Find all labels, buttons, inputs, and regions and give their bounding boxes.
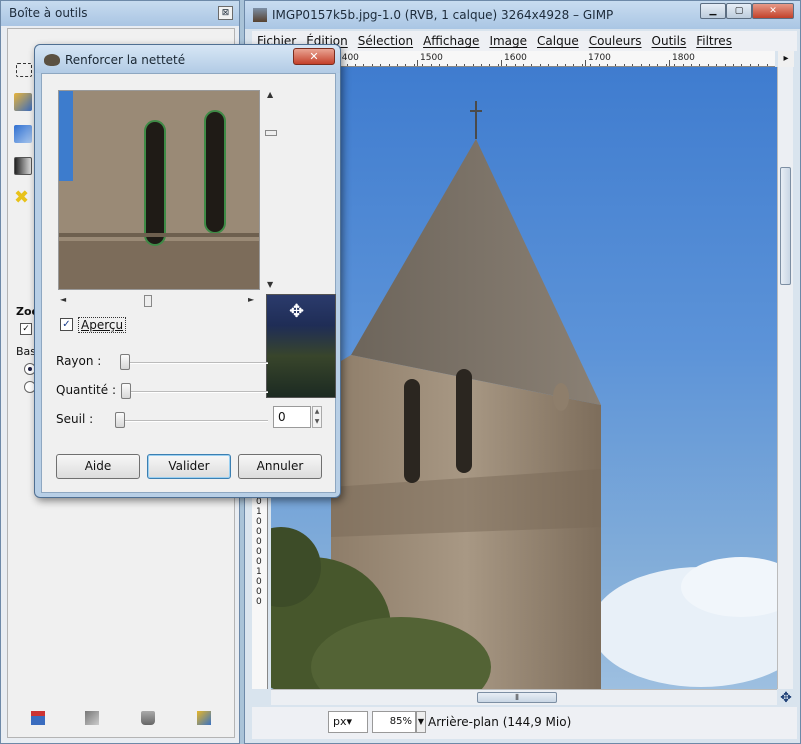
image-menu-arrow-icon[interactable]: ▸ [778, 51, 794, 67]
reset-options-icon[interactable] [197, 711, 211, 725]
dialog-title: Renforcer la netteté [65, 53, 186, 67]
ruler-label: 1700 [588, 53, 611, 63]
belfry-window-right [456, 369, 472, 473]
navigate-icon[interactable]: ✥ [777, 689, 795, 707]
ruler-label: 1600 [504, 53, 527, 63]
scroll-down-arrow-icon[interactable]: ▼ [267, 280, 273, 289]
ruler-label: 1800 [672, 53, 695, 63]
menu-item[interactable]: Image [484, 31, 532, 51]
ruler-tick [501, 60, 502, 66]
scroll-right-arrow-icon[interactable]: ► [248, 295, 254, 304]
toolbox-titlebar: Boîte à outils ⊠ [1, 1, 239, 26]
close-button[interactable]: ✕ [752, 3, 794, 19]
toolbox-close-button[interactable]: ⊠ [218, 6, 233, 20]
threshold-spinbox[interactable]: 0 [273, 406, 311, 428]
toolbox-title: Boîte à outils [9, 6, 88, 20]
restore-options-icon[interactable] [85, 711, 99, 725]
help-button[interactable]: Aide [56, 454, 140, 479]
image-canvas[interactable] [271, 67, 777, 689]
dialog-body: ▲ ▼ ◄ ► ✥ ✓ Aperçu Rayon : Quantité : Se… [41, 73, 336, 493]
radius-label: Rayon : [56, 354, 102, 368]
spin-down-icon[interactable]: ▼ [313, 417, 321, 427]
scroll-left-arrow-icon[interactable]: ◄ [60, 295, 66, 304]
image-window-titlebar: IMGP0157k5b.jpg-1.0 (RVB, 1 calque) 3264… [245, 1, 800, 29]
preview-checkbox-label[interactable]: Aperçu [78, 317, 127, 333]
auto-resize-checkbox[interactable]: ✓ [20, 323, 32, 335]
menu-item[interactable]: Affichage [418, 31, 484, 51]
heal-tool-icon[interactable]: ✖ [14, 189, 32, 207]
preview-vertical-scrollbar[interactable]: ▲ ▼ [264, 90, 278, 290]
sharpen-dialog: Renforcer la netteté ✕ ▲ ▼ ◄ ► ✥ ✓ Aperç… [34, 44, 341, 498]
horizontal-scrollbar[interactable]: ⦀ [271, 689, 777, 705]
ruler-label: 1500 [420, 53, 443, 63]
rect-select-tool-icon[interactable] [16, 63, 32, 77]
belfry-window-left [404, 379, 420, 483]
radius-slider-track[interactable] [122, 362, 268, 364]
gimp-wilber-icon [44, 54, 60, 66]
menu-item[interactable]: Outils [647, 31, 692, 51]
ruler-tick [585, 60, 586, 66]
ruler-tick [669, 60, 670, 66]
dialog-titlebar: Renforcer la netteté ✕ [35, 45, 340, 73]
scroll-up-arrow-icon[interactable]: ▲ [267, 90, 273, 99]
round-window [553, 383, 569, 411]
radius-slider-handle[interactable] [120, 354, 130, 370]
preview-hscroll-thumb[interactable] [144, 295, 152, 307]
menu-item[interactable]: Filtres [691, 31, 737, 51]
dialog-close-button[interactable]: ✕ [293, 48, 335, 65]
preview-navigator[interactable]: ✥ [266, 294, 336, 398]
vertical-scrollbar[interactable] [777, 67, 793, 689]
status-message: Arrière-plan (144,9 Mio) [428, 715, 572, 729]
save-options-icon[interactable] [31, 711, 45, 725]
preview-vscroll-thumb[interactable] [265, 130, 277, 136]
blend-tool-icon[interactable] [14, 157, 32, 175]
cancel-button[interactable]: Annuler [238, 454, 322, 479]
ruler-tick [417, 60, 418, 66]
paths-tool-icon[interactable] [14, 93, 32, 111]
amount-slider-handle[interactable] [121, 383, 131, 399]
image-window-title: IMGP0157k5b.jpg-1.0 (RVB, 1 calque) 3264… [272, 8, 614, 22]
horizontal-scroll-thumb[interactable]: ⦀ [477, 692, 557, 703]
ok-button[interactable]: Valider [147, 454, 231, 479]
threshold-spin-buttons[interactable]: ▲ ▼ [312, 406, 322, 428]
amount-label: Quantité : [56, 383, 116, 397]
statusbar: px▾ 85% ▼ Arrière-plan (144,9 Mio) [252, 707, 797, 739]
spin-up-icon[interactable]: ▲ [313, 407, 321, 417]
preview-area[interactable] [58, 90, 260, 290]
church-tower-photo [271, 101, 777, 689]
vertical-scroll-thumb[interactable] [780, 167, 791, 285]
amount-slider-track[interactable] [122, 391, 268, 393]
unit-select[interactable]: px▾ [328, 711, 368, 733]
menu-item[interactable]: Calque [532, 31, 584, 51]
threshold-slider-handle[interactable] [115, 412, 125, 428]
threshold-slider-track[interactable] [122, 420, 268, 422]
menu-item[interactable]: Sélection [353, 31, 418, 51]
minimize-button[interactable]: ▁ [700, 3, 726, 19]
threshold-label: Seuil : [56, 412, 94, 426]
preview-checkbox[interactable]: ✓ [60, 318, 73, 331]
zoom-dropdown-icon[interactable]: ▼ [416, 711, 426, 733]
image-thumbnail-icon [253, 8, 267, 22]
menu-item[interactable]: Couleurs [584, 31, 647, 51]
toolbox-bottom-bar [1, 701, 241, 731]
move-cursor-icon: ✥ [289, 301, 305, 322]
preview-image [59, 91, 259, 289]
zoom-input[interactable]: 85% [372, 711, 416, 733]
delete-options-icon[interactable] [141, 711, 155, 725]
horizontal-ruler: 1400 1500 1600 1700 1800 [271, 51, 775, 67]
preview-horizontal-scrollbar[interactable]: ◄ ► [58, 293, 260, 307]
vruler-labels: 0 1 0 0 0 0 0 1 0 0 0 [256, 497, 262, 607]
maximize-button[interactable]: ▢ [726, 3, 752, 19]
transform-tool-icon[interactable] [14, 125, 32, 143]
